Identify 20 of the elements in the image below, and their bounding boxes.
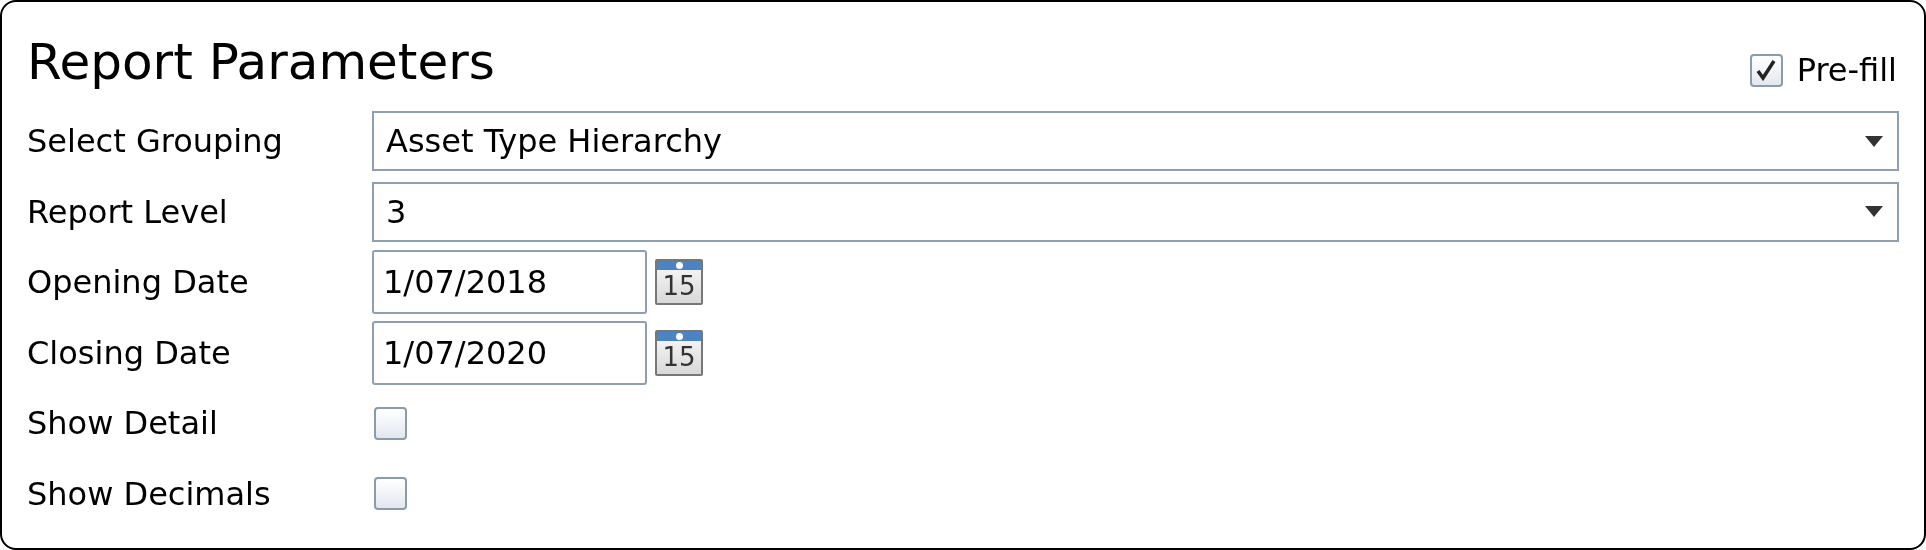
date-field[interactable]: 1/07/2020 <box>372 320 647 385</box>
dropdown-arrow-icon <box>1865 206 1883 218</box>
checkbox-label: Pre-fill <box>1796 50 1897 91</box>
field-label: Closing Date <box>27 332 232 374</box>
field-label: Show Decimals <box>27 473 272 515</box>
calendar-icon[interactable]: 15 <box>655 329 703 376</box>
dropdown[interactable]: 3 <box>372 181 1899 242</box>
panel-title: Report Parameters <box>27 32 495 92</box>
dropdown[interactable]: Asset Type Hierarchy <box>372 111 1899 172</box>
checkmark-icon <box>1755 59 1778 81</box>
field-label: Select Grouping <box>27 121 284 163</box>
field-label: Report Level <box>27 191 229 233</box>
date-field[interactable]: 1/07/2018 <box>372 250 647 315</box>
dropdown-arrow-icon <box>1865 135 1883 147</box>
checkbox[interactable] <box>374 406 407 440</box>
checkbox[interactable] <box>1749 53 1783 87</box>
field-label: Opening Date <box>27 262 250 304</box>
calendar-icon[interactable]: 15 <box>655 259 703 306</box>
field-label: Show Detail <box>27 403 219 445</box>
checkbox[interactable] <box>374 477 407 511</box>
